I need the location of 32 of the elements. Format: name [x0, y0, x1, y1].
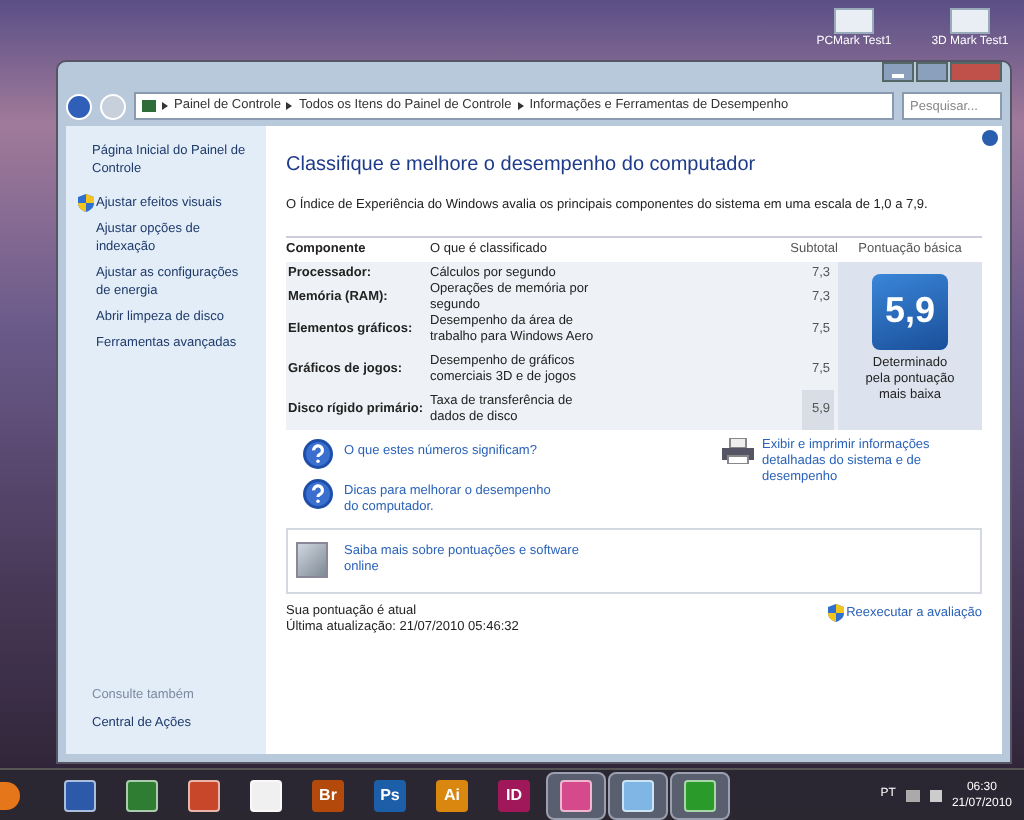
score-tile: 5,9	[872, 273, 948, 350]
taskbar-button[interactable]: Ps	[360, 771, 420, 819]
breadcrumb-separator-icon	[517, 102, 524, 110]
start-button[interactable]	[0, 781, 20, 809]
taskbar-button[interactable]	[546, 771, 606, 819]
app-logo-icon: Ai	[436, 779, 468, 811]
breadcrumb-separator-icon	[286, 102, 293, 110]
app-icon	[622, 779, 654, 811]
app-icon	[560, 779, 592, 811]
shield-icon	[78, 194, 94, 212]
control-panel-icon	[142, 100, 156, 112]
app-logo-icon: ID	[498, 779, 530, 811]
back-button[interactable]	[66, 93, 92, 119]
minimize-icon	[892, 74, 904, 78]
printer-icon	[722, 437, 754, 464]
shield-icon	[828, 603, 845, 622]
volume-icon[interactable]	[929, 789, 942, 801]
taskbar-button[interactable]: Br	[298, 771, 358, 819]
breadcrumb-separator-icon	[162, 102, 168, 110]
app-icon	[126, 779, 158, 811]
app-icon	[250, 779, 282, 811]
app-icon	[64, 779, 96, 811]
taskbar-button[interactable]	[670, 771, 730, 819]
page-title: Classifique e melhore o desempenho do computador	[286, 152, 758, 180]
app-icon	[684, 779, 716, 811]
tray-icon[interactable]	[905, 789, 920, 801]
app-logo-icon: Br	[312, 779, 344, 811]
minimize-button[interactable]	[882, 62, 914, 82]
taskbar-button[interactable]: ID	[484, 771, 544, 819]
taskbar-button[interactable]	[608, 771, 668, 819]
app-icon	[188, 779, 220, 811]
app-logo-icon: Ps	[374, 779, 406, 811]
